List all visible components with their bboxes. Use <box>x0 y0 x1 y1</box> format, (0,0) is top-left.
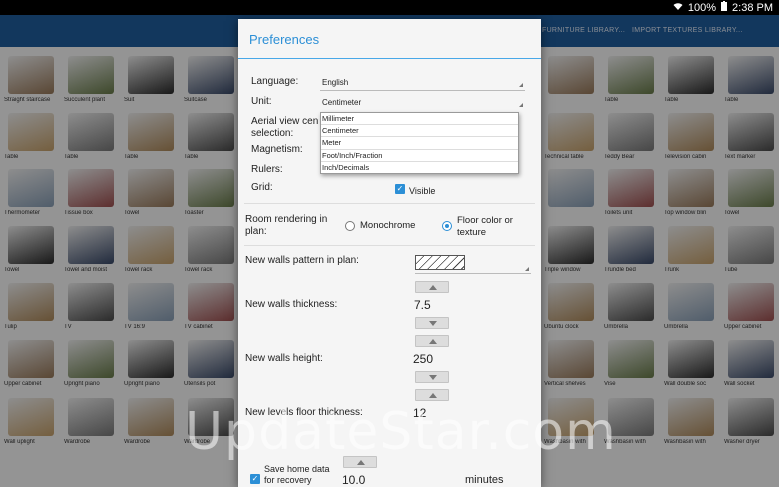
clock: 2:38 PM <box>732 1 773 14</box>
recovery-value[interactable]: 10.0 <box>342 474 365 486</box>
battery-icon <box>721 1 728 14</box>
recovery-checkbox[interactable]: ✓ <box>250 474 260 484</box>
walls-thickness-increment-button[interactable] <box>415 281 449 293</box>
recovery-unit: minutes <box>465 474 504 486</box>
aerial-label-line2: selection: <box>251 128 294 139</box>
grid-visible-checkbox[interactable]: ✓ <box>395 184 405 194</box>
walls-thickness-label: New walls thickness: <box>245 299 338 310</box>
walls-thickness-decrement-button[interactable] <box>415 317 449 329</box>
chevron-up-icon <box>429 393 437 398</box>
hatch-pattern-swatch <box>415 255 465 270</box>
room-rendering-label-line2: plan: <box>245 226 267 237</box>
monochrome-label: Monochrome <box>360 220 416 231</box>
aerial-label-line1: Aerial view cen <box>251 116 319 127</box>
floor-color-radio[interactable] <box>442 221 452 231</box>
grid-visible-label: Visible <box>409 186 436 196</box>
unit-label: Unit: <box>251 96 272 107</box>
walls-pattern-label: New walls pattern in plan: <box>245 255 359 266</box>
status-bar: 100% 2:38 PM <box>0 0 779 15</box>
language-label: Language: <box>251 76 299 87</box>
unit-option-centimeter[interactable]: Centimeter <box>321 125 518 138</box>
title-divider <box>238 58 541 59</box>
walls-height-decrement-button[interactable] <box>415 371 449 383</box>
dropdown-arrow-icon <box>525 267 529 271</box>
walls-pattern-underline <box>415 273 531 274</box>
dropdown-arrow-icon <box>519 83 523 87</box>
language-value: English <box>322 78 349 87</box>
chevron-up-icon <box>429 285 437 290</box>
unit-option-foot-inch-fraction[interactable]: Foot/Inch/Fraction <box>321 150 518 162</box>
chevron-up-icon <box>429 339 437 344</box>
walls-height-label: New walls height: <box>245 353 323 364</box>
floor-color-label-line1: Floor color or <box>457 215 513 226</box>
section-divider <box>244 245 535 246</box>
floor-color-label-line2: texture <box>457 227 487 238</box>
language-underline <box>320 90 525 91</box>
chevron-down-icon <box>429 375 437 380</box>
unit-option-inch-decimals[interactable]: Inch/Decimals <box>321 162 518 174</box>
chevron-down-icon <box>429 321 437 326</box>
grid-label: Grid: <box>251 182 273 193</box>
wifi-icon <box>673 2 683 14</box>
recovery-label-line1: Save home data <box>264 464 330 474</box>
room-rendering-label-line1: Room rendering in <box>245 214 328 225</box>
dropdown-arrow-icon <box>519 103 523 107</box>
unit-option-meter[interactable]: Meter <box>321 137 518 150</box>
monochrome-radio[interactable] <box>345 221 355 231</box>
unit-dropdown-list: Millimeter Centimeter Meter Foot/Inch/Fr… <box>320 112 519 174</box>
unit-value: Centimeter <box>322 98 362 107</box>
room-rendering-label: Room rendering in plan: <box>245 214 327 238</box>
dialog-title: Preferences <box>249 32 320 47</box>
walls-thickness-value[interactable]: 7.5 <box>414 299 431 311</box>
watermark: UpdateStar.com <box>185 402 617 462</box>
rulers-label: Rulers: <box>251 164 283 175</box>
aerial-label: Aerial view cen selection: <box>251 116 318 140</box>
walls-height-increment-button[interactable] <box>415 335 449 347</box>
battery-percent: 100% <box>687 1 717 14</box>
walls-height-value[interactable]: 250 <box>413 353 433 365</box>
recovery-label: Save home data for recovery <box>264 464 330 486</box>
unit-option-millimeter[interactable]: Millimeter <box>321 113 518 126</box>
floor-color-label: Floor color or texture <box>457 215 513 239</box>
levels-floor-increment-button[interactable] <box>415 389 449 401</box>
magnetism-label: Magnetism: <box>251 144 303 155</box>
section-divider <box>244 203 535 204</box>
recovery-label-line2: for recovery <box>264 475 312 485</box>
